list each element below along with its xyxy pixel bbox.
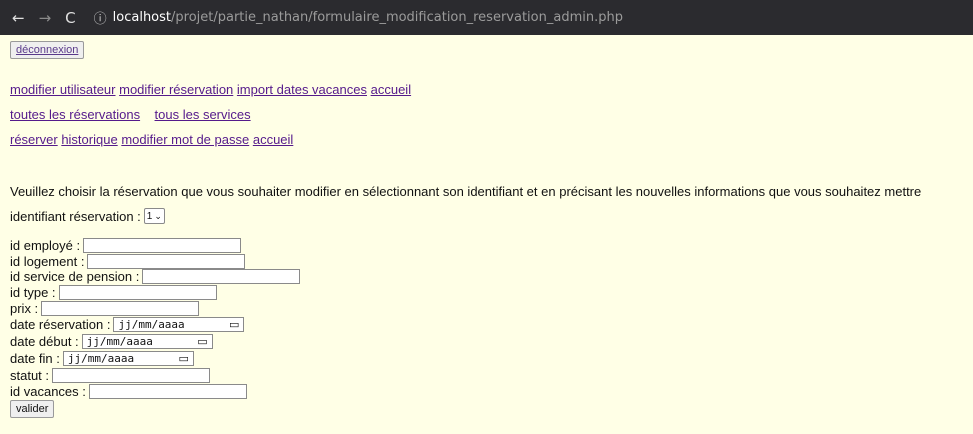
reload-icon[interactable]: C bbox=[65, 9, 75, 27]
type-row: id type : bbox=[10, 285, 217, 300]
forward-icon[interactable]: → bbox=[39, 9, 52, 27]
date-fin-input[interactable]: jj/mm/aaaa ▭ bbox=[62, 351, 194, 366]
intro-text: Veuillez choisir la réservation que vous… bbox=[10, 184, 922, 199]
employe-row: id employé : bbox=[10, 238, 242, 253]
url-host: localhost bbox=[112, 10, 172, 25]
logout-button[interactable]: déconnexion bbox=[10, 41, 85, 59]
statut-label: statut : bbox=[10, 368, 50, 383]
submit-button[interactable]: valider bbox=[10, 400, 55, 418]
employe-label: id employé : bbox=[10, 238, 81, 253]
nav-toutes-reservations[interactable]: toutes les réservations bbox=[10, 107, 140, 122]
nav-modifier-reservation[interactable]: modifier réservation bbox=[119, 82, 233, 97]
date-reservation-row: date réservation : jj/mm/aaaa ▭ bbox=[10, 317, 245, 332]
reservation-id-label: identifiant réservation : bbox=[10, 208, 141, 224]
service-input[interactable] bbox=[142, 269, 301, 284]
date-fin-label: date fin : bbox=[10, 351, 60, 366]
prix-input[interactable] bbox=[41, 301, 200, 316]
prix-label: prix : bbox=[10, 301, 39, 316]
prix-row: prix : bbox=[10, 301, 200, 316]
date-debut-label: date début : bbox=[10, 334, 79, 349]
employe-input[interactable] bbox=[83, 238, 242, 253]
user-nav: réserver historique modifier mot de pass… bbox=[10, 132, 293, 147]
nav-accueil-admin[interactable]: accueil bbox=[371, 82, 411, 97]
logement-label: id logement : bbox=[10, 254, 85, 269]
reservation-id-value: 1 bbox=[146, 210, 153, 222]
nav-historique[interactable]: historique bbox=[61, 132, 117, 147]
date-reservation-label: date réservation : bbox=[10, 317, 111, 332]
date-debut-placeholder: jj/mm/aaaa bbox=[86, 335, 153, 348]
type-input[interactable] bbox=[58, 285, 217, 300]
logement-input[interactable] bbox=[87, 254, 246, 269]
vacances-label: id vacances : bbox=[10, 384, 86, 399]
url-path: /projet/partie_nathan/formulaire_modific… bbox=[171, 10, 623, 25]
site-info-icon[interactable]: ⓘ bbox=[94, 8, 107, 27]
date-fin-row: date fin : jj/mm/aaaa ▭ bbox=[10, 351, 194, 366]
nav-modifier-utilisateur[interactable]: modifier utilisateur bbox=[10, 82, 116, 97]
lists-nav: toutes les réservations tous les service… bbox=[10, 107, 251, 122]
address-bar[interactable]: localhost/projet/partie_nathan/formulair… bbox=[113, 10, 623, 25]
reservation-id-row: identifiant réservation : 1 ⌄ bbox=[10, 208, 165, 224]
admin-nav: modifier utilisateur modifier réservatio… bbox=[10, 82, 411, 97]
nav-accueil-user[interactable]: accueil bbox=[253, 132, 293, 147]
date-debut-row: date début : jj/mm/aaaa ▭ bbox=[10, 334, 213, 349]
nav-reserver[interactable]: réserver bbox=[10, 132, 58, 147]
service-label: id service de pension : bbox=[10, 269, 140, 284]
date-reservation-placeholder: jj/mm/aaaa bbox=[118, 318, 185, 331]
vacances-row: id vacances : bbox=[10, 384, 247, 399]
browser-toolbar: ← → C ⓘ localhost/projet/partie_nathan/f… bbox=[0, 0, 973, 35]
logement-row: id logement : bbox=[10, 254, 246, 269]
chevron-down-icon: ⌄ bbox=[154, 210, 162, 221]
nav-modifier-mot-de-passe[interactable]: modifier mot de passe bbox=[121, 132, 249, 147]
calendar-icon[interactable]: ▭ bbox=[178, 352, 188, 365]
statut-row: statut : bbox=[10, 368, 211, 383]
nav-import-dates-vacances[interactable]: import dates vacances bbox=[237, 82, 367, 97]
calendar-icon[interactable]: ▭ bbox=[197, 335, 207, 348]
nav-tous-services[interactable]: tous les services bbox=[155, 107, 251, 122]
vacances-input[interactable] bbox=[88, 384, 247, 399]
reservation-id-select[interactable]: 1 ⌄ bbox=[143, 208, 165, 224]
calendar-icon[interactable]: ▭ bbox=[229, 318, 239, 331]
service-row: id service de pension : bbox=[10, 269, 301, 284]
date-fin-placeholder: jj/mm/aaaa bbox=[67, 352, 135, 365]
type-label: id type : bbox=[10, 285, 56, 300]
date-reservation-input[interactable]: jj/mm/aaaa ▭ bbox=[113, 317, 245, 332]
back-icon[interactable]: ← bbox=[12, 9, 25, 27]
date-debut-input[interactable]: jj/mm/aaaa ▭ bbox=[81, 334, 213, 349]
statut-input[interactable] bbox=[52, 368, 211, 383]
